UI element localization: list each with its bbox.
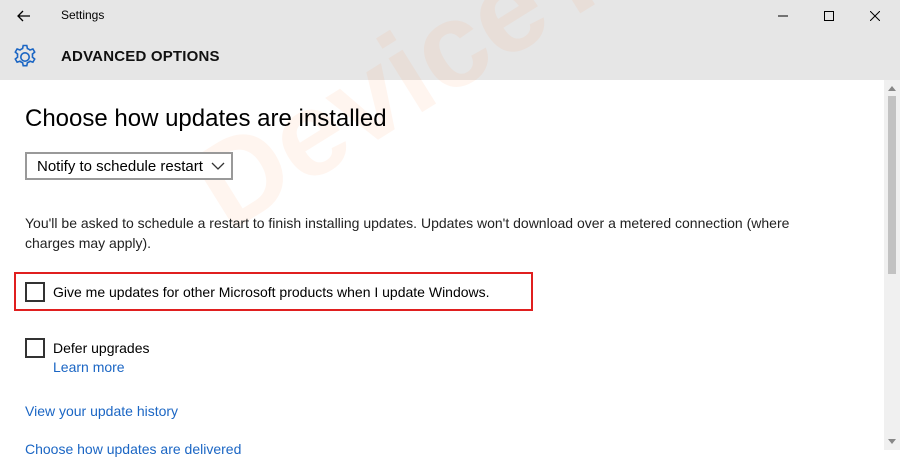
defer-upgrades-option[interactable]: Defer upgrades	[25, 338, 150, 358]
close-button[interactable]	[852, 0, 898, 32]
gear-icon	[14, 44, 36, 67]
section-heading: Choose how updates are installed	[25, 105, 387, 132]
back-button[interactable]	[0, 0, 48, 32]
update-history-link[interactable]: View your update history	[25, 403, 178, 419]
scroll-down-button[interactable]	[884, 434, 900, 450]
minimize-button[interactable]	[760, 0, 806, 32]
scroll-down-icon	[888, 439, 896, 444]
chevron-down-icon	[211, 162, 225, 170]
window-title: Settings	[61, 8, 105, 22]
minimize-icon	[778, 15, 788, 17]
defer-upgrades-label: Defer upgrades	[53, 340, 150, 356]
maximize-button[interactable]	[806, 0, 852, 32]
description-text: You'll be asked to schedule a restart to…	[25, 215, 790, 251]
other-products-label: Give me updates for other Microsoft prod…	[53, 284, 490, 300]
vertical-scrollbar[interactable]	[884, 80, 900, 450]
page-title: ADVANCED OPTIONS	[61, 48, 220, 65]
maximize-icon	[824, 11, 834, 21]
scroll-up-button[interactable]	[884, 80, 900, 96]
install-mode-dropdown[interactable]: Notify to schedule restart	[25, 152, 233, 180]
other-products-option[interactable]: Give me updates for other Microsoft prod…	[25, 282, 490, 302]
scroll-up-icon	[888, 86, 896, 91]
other-products-checkbox[interactable]	[25, 282, 45, 302]
dropdown-value: Notify to schedule restart	[37, 158, 203, 175]
learn-more-link[interactable]: Learn more	[53, 359, 125, 375]
close-icon	[870, 11, 880, 21]
delivery-options-link[interactable]: Choose how updates are delivered	[25, 441, 241, 457]
defer-upgrades-checkbox[interactable]	[25, 338, 45, 358]
settings-header: ADVANCED OPTIONS	[0, 32, 900, 80]
main-content: DeviceTricks Choose how updates are inst…	[0, 0, 884, 457]
scroll-thumb[interactable]	[888, 96, 896, 274]
title-bar: Settings	[0, 0, 900, 32]
back-arrow-icon	[17, 10, 30, 22]
